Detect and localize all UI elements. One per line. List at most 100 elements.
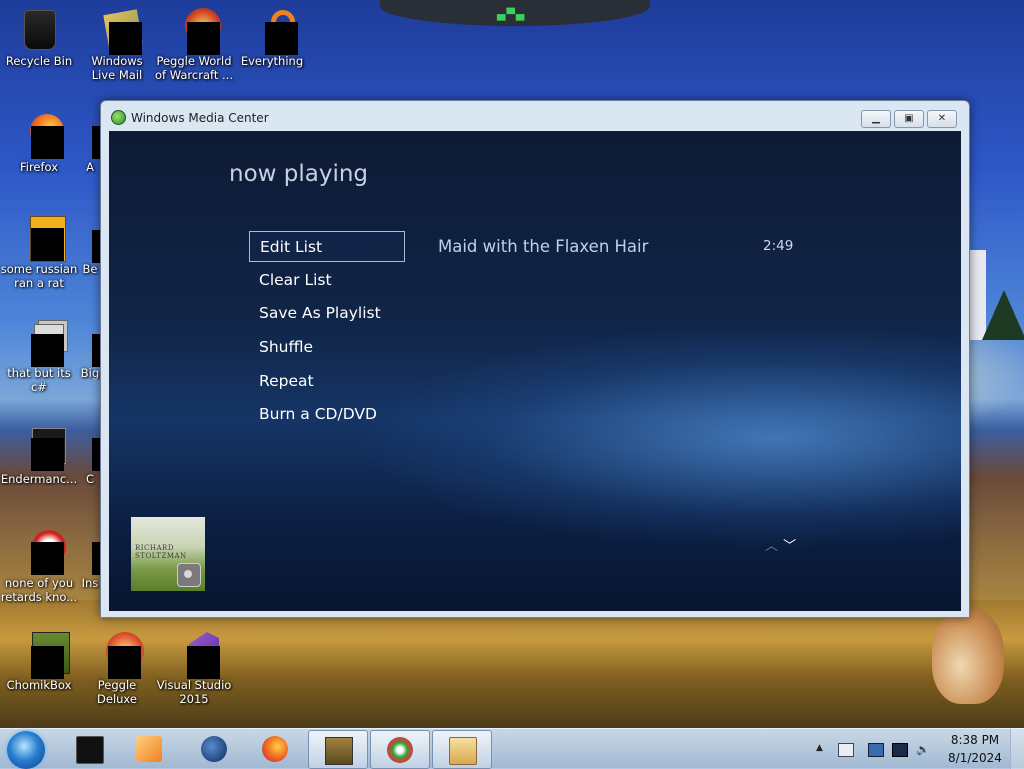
desktop-icon-label: A xyxy=(86,160,94,174)
desktop-icon-chomikbox[interactable]: ChomikBox xyxy=(0,630,78,692)
taskbar-firefox[interactable] xyxy=(246,730,304,767)
minimize-icon: ▁ xyxy=(872,113,880,124)
recycle-bin-icon xyxy=(16,6,62,52)
visual-studio-icon xyxy=(171,630,220,679)
windows-live-mail-icon xyxy=(94,6,143,55)
desktop-icon-partial-a[interactable]: A xyxy=(78,112,102,174)
taskbar-file-explorer[interactable] xyxy=(432,730,492,769)
chevron-down-icon[interactable]: ﹀ xyxy=(783,535,796,554)
gadget-indicator-icon: ▄▀▄ xyxy=(497,8,526,21)
clock-date[interactable]: 8/1/2024 xyxy=(945,751,1005,765)
volume-icon[interactable]: 🔈 xyxy=(916,743,930,756)
app-icon xyxy=(78,318,102,367)
peggle-icon xyxy=(171,6,221,55)
track-duration: 2:49 xyxy=(763,238,794,254)
desktop-icon-firefox[interactable]: Firefox xyxy=(0,112,78,174)
media-player-icon xyxy=(136,736,162,762)
desktop-icon-label: Recycle Bin xyxy=(5,54,73,68)
app-icon xyxy=(16,528,66,575)
scroll-arrows: ︿ ﹀ xyxy=(765,535,796,554)
desktop-icon-label: some russian ran a rat xyxy=(0,262,78,290)
desktop-icon-label: Big xyxy=(80,366,100,380)
desktop-icon-russian-rat[interactable]: some russian ran a rat xyxy=(0,214,78,290)
chomikbox-icon xyxy=(16,630,70,679)
menu-item-clear-list[interactable]: Clear List xyxy=(249,265,405,296)
maximize-icon: ▣ xyxy=(904,113,914,124)
desktop-icon-label: Peggle World of Warcraft ... xyxy=(155,54,233,82)
app-icon xyxy=(78,528,102,575)
desktop-icon-partial-c[interactable]: C xyxy=(78,424,102,486)
network-icon[interactable] xyxy=(868,743,884,757)
chevron-up-icon[interactable]: ︿ xyxy=(765,535,778,554)
desktop-icon-none-of-you[interactable]: none of you retards kno... xyxy=(0,528,78,604)
menu-item-edit-list[interactable]: Edit List xyxy=(249,231,405,262)
chomikbox-icon xyxy=(325,737,353,765)
desktop-icon-label: that but its c# xyxy=(7,366,71,394)
album-art-text: RICHARD xyxy=(135,544,174,552)
album-art-text: STOLTZMAN xyxy=(135,552,187,560)
everything-search-icon xyxy=(249,6,298,55)
desktop-icon-recycle-bin[interactable]: Recycle Bin xyxy=(0,6,78,68)
media-center-window: Windows Media Center ▁ ▣ ✕ now playing E… xyxy=(100,100,970,618)
firefox-icon xyxy=(16,112,64,159)
taskbar-media-center[interactable] xyxy=(370,730,430,769)
taskbar-chomikbox[interactable] xyxy=(308,730,368,769)
desktop-icon-label: Peggle Deluxe xyxy=(97,678,137,706)
menu-item-save-as-playlist[interactable]: Save As Playlist xyxy=(249,298,405,329)
menu-item-burn-cd-dvd[interactable]: Burn a CD/DVD xyxy=(249,399,405,430)
app-icon xyxy=(78,112,102,159)
desktop-icon-everything[interactable]: Everything xyxy=(233,6,311,68)
minimize-button[interactable]: ▁ xyxy=(861,110,891,128)
desktop-icon-peggle-wow[interactable]: Peggle World of Warcraft ... xyxy=(155,6,233,82)
show-hidden-icons-icon[interactable]: ▲ xyxy=(816,743,830,755)
display-icon[interactable] xyxy=(892,743,908,757)
system-tray: ▲ 🔈 xyxy=(812,743,942,759)
message-flag-icon[interactable] xyxy=(838,743,854,757)
app-icon xyxy=(78,214,102,263)
desktop-icon-that-but-csharp[interactable]: that but its c# xyxy=(0,318,78,394)
desktop-icon-label: Be xyxy=(82,262,98,276)
app-icon xyxy=(78,424,102,471)
desktop-icon-windows-live-mail[interactable]: Windows Live Mail xyxy=(78,6,156,82)
desktop-icon-label: Visual Studio 2015 xyxy=(156,678,232,706)
globe-icon xyxy=(201,736,227,762)
desktop-icon-partial-be[interactable]: Be xyxy=(78,214,102,276)
close-button[interactable]: ✕ xyxy=(927,110,957,128)
album-disc-icon xyxy=(177,563,201,587)
window-title: Windows Media Center xyxy=(131,111,269,125)
desktop-icon-peggle-deluxe[interactable]: Peggle Deluxe xyxy=(78,630,156,706)
windows-start-icon[interactable] xyxy=(7,731,45,769)
hamster-widget xyxy=(932,608,1004,704)
track-title[interactable]: Maid with the Flaxen Hair xyxy=(438,231,648,262)
maximize-button[interactable]: ▣ xyxy=(894,110,924,128)
media-center-icon xyxy=(111,110,126,125)
clock-time[interactable]: 8:38 PM xyxy=(950,733,1000,747)
taskbar-media-player[interactable] xyxy=(120,730,178,767)
window-titlebar[interactable]: Windows Media Center ▁ ▣ ✕ xyxy=(101,101,969,131)
desktop-icon-partial-ins[interactable]: Ins xyxy=(78,528,102,590)
media-center-icon xyxy=(387,737,413,763)
show-desktop-button[interactable] xyxy=(1010,729,1024,769)
page-title: now playing xyxy=(229,161,369,187)
desktop-icon-label: Windows Live Mail xyxy=(91,54,143,82)
desktop-icon-label: Firefox xyxy=(19,160,59,174)
desktop-icon-label: Ins xyxy=(81,576,99,590)
close-icon: ✕ xyxy=(937,113,947,124)
firefox-icon xyxy=(262,736,288,762)
media-center-content: now playing Edit List Clear List Save As… xyxy=(109,131,961,611)
menu-item-shuffle[interactable]: Shuffle xyxy=(249,332,405,363)
peggle-icon xyxy=(94,630,144,679)
taskbar-globe[interactable] xyxy=(185,730,243,767)
file-explorer-icon xyxy=(449,737,477,765)
desktop-icon-partial-big[interactable]: Big xyxy=(78,318,102,380)
desktop-icon-label: none of you retards kno... xyxy=(0,576,78,604)
app-icon xyxy=(16,214,66,262)
desktop-icon-visual-studio[interactable]: Visual Studio 2015 xyxy=(155,630,233,706)
taskbar-terminal[interactable] xyxy=(60,730,118,767)
terminal-icon xyxy=(76,736,104,764)
album-art[interactable]: RICHARD STOLTZMAN xyxy=(131,517,205,591)
menu-item-repeat[interactable]: Repeat xyxy=(249,366,405,397)
taskbar: ▲ 🔈 8:38 PM 8/1/2024 xyxy=(0,728,1024,769)
pine-tree xyxy=(982,290,1024,340)
desktop-icon-endermanc[interactable]: Endermanc... xyxy=(0,424,78,486)
